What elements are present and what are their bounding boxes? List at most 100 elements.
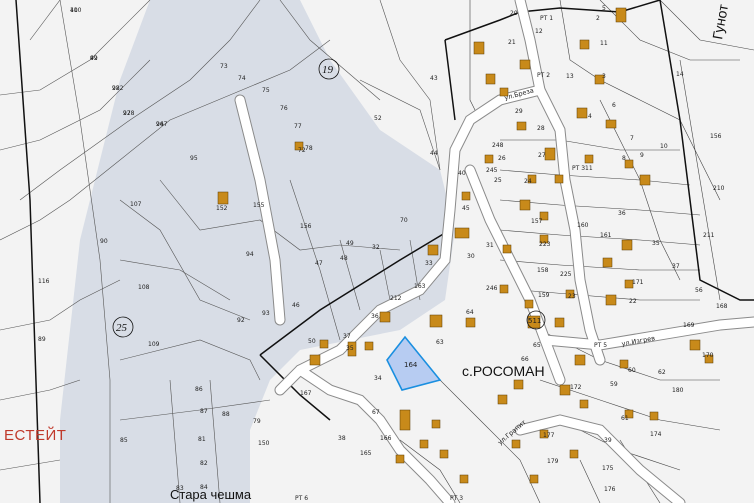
parcel-number: 247 <box>156 121 168 128</box>
parcel-number: 158 <box>537 267 549 274</box>
parcel-number: 223 <box>539 241 551 248</box>
parcel-number: 30 <box>467 253 475 260</box>
parcel-number: 21 <box>508 39 516 46</box>
parcel-number: 59 <box>610 381 618 388</box>
parcel-number: 28 <box>537 125 545 132</box>
parcel-number: 47 <box>315 260 323 267</box>
parcel-number: 45 <box>462 205 470 212</box>
parcel-number: 50 <box>308 338 316 345</box>
parcel-number: 177 <box>543 432 555 439</box>
map-canvas: 19 25 511 с.РОСОМАН ЕСТЕЙТ Стара чешма Г… <box>0 0 754 503</box>
parcel-number: 179 <box>547 458 559 465</box>
parcel-number: 87 <box>200 408 208 415</box>
parcel-number: 174 <box>650 431 662 438</box>
parcel-number: 81 <box>198 436 206 443</box>
parcel-number: 13 <box>566 73 574 80</box>
parcel-number: 93 <box>262 310 270 317</box>
parcel-number: 9 <box>640 152 644 159</box>
section-label: 25 <box>116 322 128 334</box>
parcel-number: 37 <box>343 333 351 340</box>
parcel-number: 20 <box>510 10 518 17</box>
parcel-number: 35 <box>652 240 660 247</box>
parcel-number: 26 <box>498 155 506 162</box>
parcel-number: 210 <box>713 185 725 192</box>
parcel-number: 85 <box>120 437 128 444</box>
parcel-number: 29 <box>515 108 523 115</box>
parcel-number: 56 <box>695 287 703 294</box>
parcel-number: 222 <box>112 85 124 92</box>
parcel-number: 36 <box>371 313 379 320</box>
cadastral-map[interactable]: 19 25 511 с.РОСОМАН ЕСТЕЙТ Стара чешма Г… <box>0 0 754 503</box>
parcel-number: 52 <box>374 115 382 122</box>
parcel-number: 6 <box>612 102 616 109</box>
parcel-number: 90 <box>100 238 108 245</box>
parcel-number: 172 <box>570 384 582 391</box>
parcel-number: 2 <box>596 15 600 22</box>
parcel-number: 22 <box>629 298 637 305</box>
parcel-number: 14 <box>676 71 684 78</box>
village-label: с.РОСОМАН <box>462 363 545 379</box>
point-label: PT 311 <box>572 165 593 172</box>
parcel-number: 180 <box>672 387 684 394</box>
parcel-number: 212 <box>390 295 402 302</box>
parcel-number: 12 <box>535 28 543 35</box>
parcel-number: 150 <box>258 440 270 447</box>
parcel-number: 163 <box>414 283 426 290</box>
parcel-number: 89 <box>38 336 46 343</box>
parcel-number: 108 <box>138 284 150 291</box>
parcel-number: 83 <box>176 485 184 492</box>
parcel-number: 31 <box>486 242 494 249</box>
highlight-parcel-label: 164 <box>404 361 418 369</box>
parcel-number: 77 <box>294 123 302 130</box>
point-label: PT 5 <box>594 342 607 349</box>
parcel-number: 78 <box>305 145 313 152</box>
parcel-number: 25 <box>494 177 502 184</box>
parcel-number: 7 <box>630 135 634 142</box>
parcel-number: 42 <box>90 55 98 62</box>
parcel-number: 84 <box>200 484 208 491</box>
parcel-number: 248 <box>492 142 504 149</box>
parcel-number: 40 <box>458 170 466 177</box>
parcel-number: 92 <box>237 317 245 324</box>
parcel-number: 166 <box>380 435 392 442</box>
parcel-number: 75 <box>262 87 270 94</box>
parcel-number: 24 <box>524 178 532 185</box>
parcel-number: 64 <box>466 309 474 316</box>
parcel-number: 11 <box>600 40 608 47</box>
parcel-number: 44 <box>430 150 438 157</box>
parcel-number: 228 <box>123 110 135 117</box>
shaded-zone <box>60 0 455 503</box>
parcel-number: 61 <box>621 415 629 422</box>
parcel-number: 169 <box>683 322 695 329</box>
parcel-number: 109 <box>148 341 160 348</box>
parcel-number: 43 <box>430 75 438 82</box>
parcel-number: 160 <box>577 222 589 229</box>
point-label: PT 3 <box>450 495 463 502</box>
parcel-number: 38 <box>338 435 346 442</box>
parcel-number: 245 <box>486 167 498 174</box>
corner-label: Гунот <box>709 2 731 40</box>
parcel-number: 65 <box>533 342 541 349</box>
parcel-number: 82 <box>200 460 208 467</box>
parcel-number: 66 <box>521 356 529 363</box>
estate-label: ЕСТЕЙТ <box>4 426 66 444</box>
parcel-number: 46 <box>292 302 300 309</box>
parcel-number: 159 <box>538 292 550 299</box>
parcel-number: 246 <box>486 285 498 292</box>
parcel-number: 155 <box>253 202 265 209</box>
parcel-number: 35 <box>346 345 354 352</box>
parcel-number: 48 <box>340 255 348 262</box>
parcel-number: 211 <box>703 232 715 239</box>
parcel-number: 5 <box>602 5 606 12</box>
parcel-number: 107 <box>130 201 142 208</box>
parcel-number: 49 <box>346 240 354 247</box>
parcel-number: 36 <box>618 210 626 217</box>
parcel-number: 225 <box>560 271 572 278</box>
parcel-number: 8 <box>622 155 626 162</box>
parcel-number: 23 <box>568 293 576 300</box>
parcel-number: 34 <box>374 375 382 382</box>
parcel-number: 86 <box>195 386 203 393</box>
parcel-number: 67 <box>372 409 380 416</box>
parcel-number: 157 <box>531 218 543 225</box>
parcel-number: 33 <box>425 260 433 267</box>
